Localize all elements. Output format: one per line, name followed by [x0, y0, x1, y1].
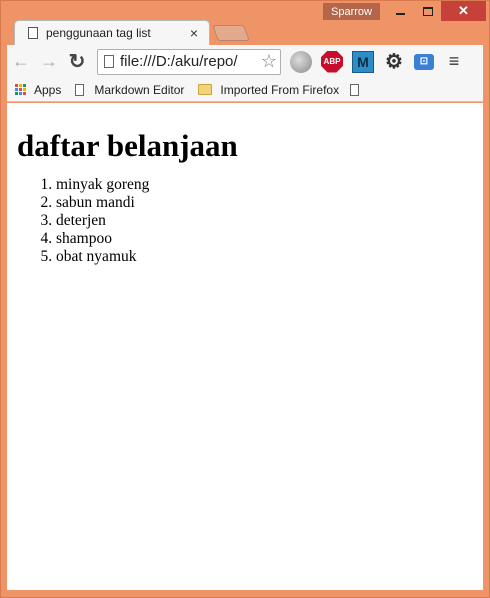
list-item: obat nyamuk: [56, 248, 483, 266]
new-tab-button[interactable]: [212, 25, 250, 41]
apps-grid-icon: [15, 84, 26, 95]
gear-icon[interactable]: ⚙: [383, 51, 405, 73]
tab-close-icon[interactable]: ×: [184, 25, 204, 41]
url-text: file:///D:/aku/repo/: [120, 53, 238, 70]
toolbar: ← → ↻ file:///D:/aku/repo/ ☆ ABP M ⚙ ⊡ ≡: [7, 45, 483, 78]
adblock-plus-icon[interactable]: ABP: [321, 50, 343, 73]
bookmarks-bar: Apps Markdown Editor Imported From Firef…: [7, 78, 483, 102]
bookmark-label: Markdown Editor: [94, 82, 185, 97]
bookmark-apps[interactable]: Apps: [15, 83, 61, 97]
bookmark-apps-label: Apps: [34, 82, 62, 97]
page-heading: daftar belanjaan: [17, 128, 238, 163]
page-icon: [28, 27, 38, 39]
page-icon: [75, 83, 85, 96]
menu-icon[interactable]: ≡: [443, 51, 465, 73]
maximize-button[interactable]: [414, 1, 441, 21]
tab-penggunaan-tag-list[interactable]: penggunaan tag list ×: [14, 20, 210, 46]
extension-tag-icon[interactable]: ⊡: [414, 53, 434, 70]
extension-disc-icon[interactable]: [290, 50, 312, 73]
minimize-button[interactable]: [387, 1, 414, 21]
list-item: minyak goreng: [56, 176, 483, 194]
bookmark-label: Imported From Firefox: [220, 82, 340, 97]
bookmark-markdown-editor[interactable]: Markdown Editor: [75, 83, 184, 97]
page-content: daftar belanjaan minyak goreng sabun man…: [7, 103, 483, 590]
list-item: shampoo: [56, 230, 483, 248]
address-bar[interactable]: file:///D:/aku/repo/ ☆: [97, 48, 281, 75]
minimize-icon: [396, 13, 405, 15]
folder-icon: [198, 84, 213, 95]
back-button[interactable]: ←: [7, 48, 35, 76]
reload-button[interactable]: ↻: [63, 48, 91, 76]
close-window-button[interactable]: ✕: [441, 1, 486, 21]
page-icon: [104, 55, 114, 68]
forward-button[interactable]: →: [35, 48, 63, 76]
tab-title: penggunaan tag list: [46, 26, 151, 40]
close-icon: ✕: [458, 3, 469, 18]
maximize-icon: [422, 6, 433, 16]
page-icon[interactable]: [350, 84, 359, 96]
shopping-list: minyak goreng sabun mandi deterjen shamp…: [56, 176, 483, 266]
bookmark-imported-from-firefox[interactable]: Imported From Firefox: [198, 83, 339, 97]
extension-m-icon[interactable]: M: [352, 50, 374, 73]
list-item: sabun mandi: [56, 194, 483, 212]
profile-button[interactable]: Sparrow: [323, 3, 380, 20]
list-item: deterjen: [56, 212, 483, 230]
bookmark-star-icon[interactable]: ☆: [260, 50, 277, 72]
